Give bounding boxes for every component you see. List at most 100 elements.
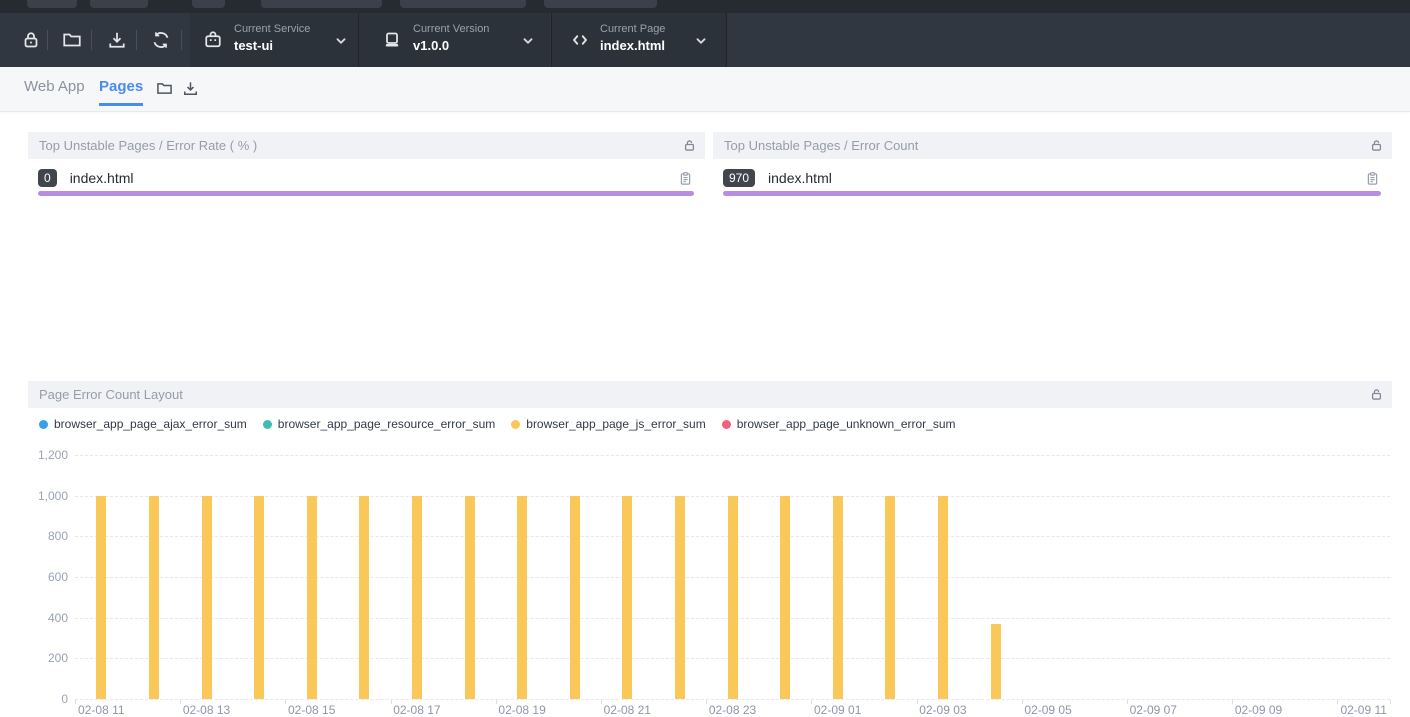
lock-icon[interactable]	[1370, 388, 1383, 401]
legend-label: browser_app_page_unknown_error_sum	[737, 417, 956, 431]
selector-value: v1.0.0	[413, 37, 489, 54]
panel-error-count: Top Unstable Pages / Error Count 970 ind…	[713, 132, 1392, 202]
page-name: index.html	[768, 170, 1365, 186]
bar-browser_app_page_js_error_sum	[675, 496, 685, 699]
lock-icon[interactable]	[1370, 139, 1383, 152]
value-bar	[38, 191, 694, 196]
top-nav-strip	[0, 0, 1410, 13]
panel-title: Top Unstable Pages / Error Count	[724, 138, 1370, 153]
page-row: 970 index.html	[713, 159, 1392, 187]
chart-legend: browser_app_page_ajax_error_sum browser_a…	[39, 417, 972, 431]
y-axis-label: 200	[28, 651, 68, 665]
x-axis-label: 02-08 23	[709, 703, 756, 717]
lock-icon[interactable]	[21, 30, 41, 50]
x-axis-label: 02-09 07	[1130, 703, 1177, 717]
bar-browser_app_page_js_error_sum	[780, 496, 790, 699]
top-nav-button[interactable]	[90, 0, 148, 8]
x-axis-tick	[811, 700, 812, 704]
lock-icon[interactable]	[683, 139, 696, 152]
toolbar-separator	[181, 30, 182, 50]
chart-plot: 02004006008001,0001,20002-08 1102-08 130…	[75, 455, 1390, 699]
x-axis-tick	[601, 700, 602, 704]
panel-error-rate: Top Unstable Pages / Error Rate ( % ) 0 …	[28, 132, 705, 202]
x-axis-label: 02-08 19	[498, 703, 545, 717]
top-nav-button[interactable]	[544, 0, 657, 8]
x-axis-label: 02-08 13	[183, 703, 230, 717]
selector-label: Current Page	[600, 22, 665, 37]
app-root: Current Service test-ui Current Version …	[0, 0, 1410, 717]
copy-icon[interactable]	[1365, 171, 1380, 186]
page-row: 0 index.html	[28, 159, 705, 187]
selector-label: Current Version	[413, 22, 489, 37]
copy-icon[interactable]	[678, 171, 693, 186]
panel-header: Page Error Count Layout	[28, 381, 1392, 408]
current-version-selector[interactable]: Current Version v1.0.0	[359, 13, 550, 67]
folder-icon[interactable]	[62, 30, 82, 50]
x-axis-tick	[180, 700, 181, 704]
bar-browser_app_page_js_error_sum	[938, 496, 948, 699]
x-axis-tick	[391, 700, 392, 704]
selector-label: Current Service	[234, 22, 310, 37]
legend-item[interactable]: browser_app_page_js_error_sum	[511, 417, 705, 431]
code-icon	[570, 30, 590, 50]
chevron-down-icon	[521, 34, 535, 48]
x-axis-tick	[285, 700, 286, 704]
bar-browser_app_page_js_error_sum	[517, 496, 527, 699]
x-axis-tick	[75, 700, 76, 704]
top-nav-button[interactable]	[192, 0, 225, 8]
legend-label: browser_app_page_js_error_sum	[526, 417, 705, 431]
briefcase-icon	[203, 30, 223, 50]
tab-web-app[interactable]: Web App	[24, 67, 85, 106]
bar-browser_app_page_js_error_sum	[570, 496, 580, 699]
bar-browser_app_page_js_error_sum	[885, 496, 895, 699]
bar-browser_app_page_js_error_sum	[728, 496, 738, 699]
legend-label: browser_app_page_ajax_error_sum	[54, 417, 247, 431]
toolbar-divider	[726, 13, 727, 67]
x-axis-tick	[706, 700, 707, 704]
value-bar	[723, 191, 1381, 196]
current-service-selector[interactable]: Current Service test-ui	[190, 13, 358, 67]
x-axis-label: 02-08 21	[604, 703, 651, 717]
chevron-down-icon	[334, 34, 348, 48]
top-nav-button[interactable]	[400, 0, 526, 8]
x-axis-tick	[917, 700, 918, 704]
x-axis-tick	[1127, 700, 1128, 704]
x-axis-label: 02-08 15	[288, 703, 335, 717]
y-axis-label: 1,000	[28, 489, 68, 503]
legend-dot-icon	[39, 420, 48, 429]
bar-browser_app_page_js_error_sum	[622, 496, 632, 699]
panel-title: Page Error Count Layout	[39, 387, 1370, 402]
selector-value: test-ui	[234, 37, 310, 54]
tab-pages[interactable]: Pages	[99, 67, 143, 106]
bar-browser_app_page_js_error_sum	[359, 496, 369, 699]
x-axis-label: 02-09 01	[814, 703, 861, 717]
legend-item[interactable]: browser_app_page_ajax_error_sum	[39, 417, 247, 431]
panel-title: Top Unstable Pages / Error Rate ( % )	[39, 138, 683, 153]
sync-icon[interactable]	[151, 30, 171, 50]
y-axis-label: 600	[28, 570, 68, 584]
top-nav-button[interactable]	[261, 0, 382, 8]
panel-header: Top Unstable Pages / Error Rate ( % )	[28, 132, 705, 159]
bar-browser_app_page_js_error_sum	[412, 496, 422, 699]
y-axis-label: 400	[28, 611, 68, 625]
download-icon[interactable]	[182, 80, 199, 97]
download-icon[interactable]	[107, 30, 127, 50]
y-axis-label: 0	[28, 692, 68, 706]
bar-browser_app_page_js_error_sum	[307, 496, 317, 699]
top-nav-button[interactable]	[27, 0, 77, 8]
selector-value: index.html	[600, 37, 665, 54]
legend-item[interactable]: browser_app_page_resource_error_sum	[263, 417, 495, 431]
x-axis-label: 02-08 17	[393, 703, 440, 717]
toolbar-separator	[91, 30, 92, 50]
current-page-selector[interactable]: Current Page index.html	[552, 13, 726, 67]
bar-browser_app_page_js_error_sum	[833, 496, 843, 699]
legend-dot-icon	[722, 420, 731, 429]
legend-item[interactable]: browser_app_page_unknown_error_sum	[722, 417, 956, 431]
x-axis-label: 02-09 05	[1024, 703, 1071, 717]
x-axis-label: 02-09 03	[919, 703, 966, 717]
bar-browser_app_page_js_error_sum	[991, 624, 1001, 699]
x-axis-label: 02-09 11	[1340, 703, 1386, 717]
panel-header: Top Unstable Pages / Error Count	[713, 132, 1392, 159]
x-axis-label: 02-09 09	[1235, 703, 1282, 717]
folder-icon[interactable]	[156, 80, 173, 97]
